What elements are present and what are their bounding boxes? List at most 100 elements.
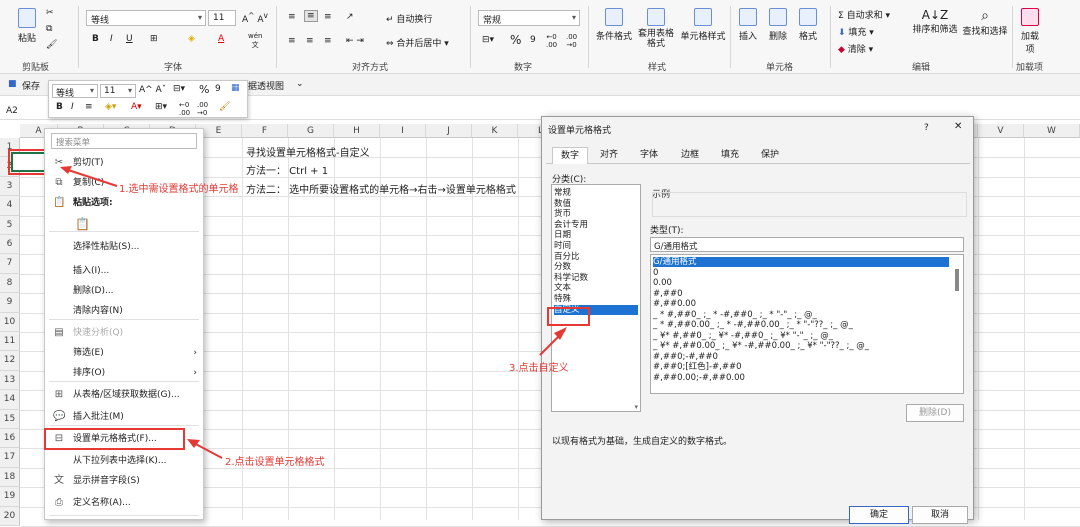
format-list-scrollbar[interactable] bbox=[955, 269, 959, 291]
border-button[interactable]: ⊞ bbox=[150, 34, 158, 44]
mini-font-select[interactable]: 等线 ▾ bbox=[52, 84, 98, 99]
increase-decimal-icon[interactable]: ←0.00 bbox=[179, 101, 190, 117]
grow-font-icon[interactable]: A^ Aˇ bbox=[139, 85, 166, 95]
category-item[interactable]: 日期 bbox=[554, 230, 638, 240]
align-icon[interactable]: ≡ bbox=[85, 102, 93, 112]
align-center-icon[interactable]: ≡ bbox=[306, 36, 314, 46]
cell-f3[interactable]: 方法二： 选中所要设置格式的单元格→右击→设置单元格格式 bbox=[246, 181, 516, 196]
menu-item-pick-from-list[interactable]: 从下拉列表中选择(K)... bbox=[45, 451, 203, 471]
font-name-select[interactable]: 等线 ▾ bbox=[86, 10, 206, 26]
align-top-icon[interactable]: ≡ bbox=[288, 12, 296, 22]
paste-button[interactable]: 粘贴 bbox=[12, 8, 42, 44]
row-header[interactable]: 13 bbox=[0, 370, 20, 391]
wrap-text-button[interactable]: ↵ 自动换行 bbox=[386, 12, 432, 25]
row-header[interactable]: 10 bbox=[0, 312, 20, 332]
row-header[interactable]: 8 bbox=[0, 273, 20, 294]
format-item[interactable]: 0.00 bbox=[653, 278, 949, 288]
format-painter-icon[interactable]: 🖌 bbox=[219, 102, 230, 112]
cell-style-button[interactable]: 单元格样式 bbox=[680, 8, 726, 42]
menu-item-paste-special[interactable]: 选择性粘贴(S)... bbox=[45, 237, 203, 257]
format-item[interactable]: G/通用格式 bbox=[653, 257, 949, 267]
row-header[interactable]: 19 bbox=[0, 487, 20, 507]
category-item[interactable]: 百分比 bbox=[554, 252, 638, 262]
tab-1[interactable]: 对齐 bbox=[592, 147, 626, 163]
menu-item-cut[interactable]: ✂ 剪切(T) bbox=[45, 153, 203, 173]
conditional-format-button[interactable]: 条件格式 bbox=[594, 8, 634, 42]
column-header[interactable]: G bbox=[288, 124, 334, 138]
delete-cells-button[interactable]: 删除 bbox=[766, 8, 790, 42]
menu-item-get-data[interactable]: ⊞ 从表格/区域获取数据(G)... bbox=[45, 385, 203, 405]
bold-button[interactable]: B bbox=[56, 102, 63, 112]
format-item[interactable]: #,##0;-#,##0 bbox=[653, 352, 949, 362]
tab-0[interactable]: 数字 bbox=[552, 147, 588, 164]
orientation-icon[interactable]: ↗ bbox=[346, 12, 354, 22]
tab-2[interactable]: 字体 bbox=[630, 147, 668, 163]
table-format-button[interactable]: 套用表格格式 bbox=[636, 8, 676, 49]
name-box[interactable]: A2 bbox=[6, 106, 18, 116]
row-header[interactable]: 16 bbox=[0, 429, 20, 449]
font-color-icon[interactable]: A▾ bbox=[131, 102, 142, 112]
fill-button[interactable]: ⬇ 填充 ▾ bbox=[838, 25, 874, 38]
column-header[interactable]: F bbox=[242, 124, 288, 138]
increase-decimal-icon[interactable]: ←0.00 bbox=[546, 33, 557, 49]
cell-f1[interactable]: 寻找设置单元格格式-自定义 bbox=[246, 144, 370, 159]
column-header[interactable]: V bbox=[978, 124, 1024, 138]
bold-button[interactable]: B bbox=[92, 34, 99, 44]
row-header[interactable]: 17 bbox=[0, 448, 20, 468]
category-item[interactable]: 会计专用 bbox=[554, 220, 638, 230]
format-item[interactable]: #,##0.00;-#,##0.00 bbox=[653, 373, 949, 383]
save-label[interactable]: 保存 bbox=[22, 79, 40, 92]
fill-color-icon[interactable]: ◈ bbox=[188, 34, 195, 44]
paste-icon[interactable]: 📋 bbox=[75, 217, 90, 231]
format-item[interactable]: _ * #,##0_ ;_ * -#,##0_ ;_ * "-"_ ;_ @_ bbox=[653, 310, 949, 320]
cut-icon[interactable]: ✂ bbox=[46, 8, 54, 18]
save-icon[interactable]: ■ bbox=[8, 79, 17, 89]
tab-5[interactable]: 保护 bbox=[752, 147, 788, 163]
menu-item-sort[interactable]: 排序(O) › bbox=[45, 363, 203, 383]
category-item[interactable]: 文本 bbox=[554, 283, 638, 293]
addins-button[interactable]: 加载项 bbox=[1020, 8, 1040, 55]
row-header[interactable]: 7 bbox=[0, 254, 20, 274]
comma-icon[interactable]: 9 bbox=[215, 84, 221, 94]
row-header[interactable]: 18 bbox=[0, 467, 20, 488]
mini-size-select[interactable]: 11 ▾ bbox=[100, 84, 136, 98]
percent-icon[interactable]: % bbox=[199, 83, 209, 96]
category-item[interactable]: 特殊 bbox=[554, 294, 638, 304]
format-table-icon[interactable]: ▦ bbox=[231, 83, 240, 93]
format-painter-icon[interactable]: 🖌 bbox=[46, 40, 57, 50]
currency-icon[interactable]: ⊟▾ bbox=[173, 84, 185, 94]
format-item[interactable]: #,##0.00 bbox=[653, 299, 949, 309]
align-middle-icon[interactable]: ≡ bbox=[304, 10, 318, 22]
align-right-icon[interactable]: ≡ bbox=[324, 36, 332, 46]
row-header[interactable]: 11 bbox=[0, 332, 20, 352]
font-color-icon[interactable]: A bbox=[218, 34, 224, 44]
column-header[interactable]: H bbox=[334, 124, 380, 138]
type-input[interactable]: G/通用格式 bbox=[650, 237, 964, 252]
tab-4[interactable]: 填充 bbox=[712, 147, 748, 163]
category-list[interactable]: 常规 数值 货币 会计专用 日期 时间 百分比 分数 科学记数 文本 特殊 自定义 ▾ bbox=[551, 184, 641, 412]
column-header[interactable]: J bbox=[426, 124, 472, 138]
category-item[interactable]: 时间 bbox=[554, 241, 638, 251]
help-icon[interactable]: ? bbox=[924, 123, 929, 133]
column-header[interactable]: K bbox=[472, 124, 518, 138]
menu-item-delete[interactable]: 删除(D)... bbox=[45, 281, 203, 301]
category-item[interactable]: 货币 bbox=[554, 209, 638, 219]
row-header[interactable]: 5 bbox=[0, 215, 20, 235]
menu-item-clear-contents[interactable]: 清除内容(N) bbox=[45, 301, 203, 321]
category-item[interactable]: 常规 bbox=[554, 188, 638, 198]
number-format-select[interactable]: 常规 ▾ bbox=[478, 10, 580, 26]
insert-cells-button[interactable]: 插入 bbox=[736, 8, 760, 42]
category-item[interactable]: 分数 bbox=[554, 262, 638, 272]
fill-color-icon[interactable]: ◈▾ bbox=[105, 102, 116, 112]
format-item[interactable]: 0 bbox=[653, 268, 949, 278]
copy-icon[interactable]: ⧉ bbox=[46, 24, 52, 34]
format-item[interactable]: _ * #,##0.00_ ;_ * -#,##0.00_ ;_ * "-"??… bbox=[653, 320, 949, 330]
row-header[interactable]: 14 bbox=[0, 390, 20, 410]
clear-button[interactable]: ◆ 清除 ▾ bbox=[838, 42, 873, 55]
menu-item-paste-options[interactable]: 📋 粘贴选项: bbox=[45, 193, 203, 213]
row-header[interactable]: 6 bbox=[0, 235, 20, 255]
percent-icon[interactable]: % bbox=[510, 33, 521, 47]
format-item[interactable]: _ ¥* #,##0.00_ ;_ ¥* -#,##0.00_ ;_ ¥* "-… bbox=[653, 341, 949, 351]
row-header[interactable]: 15 bbox=[0, 409, 20, 429]
menu-item-insert-comment[interactable]: 💬 插入批注(M) bbox=[45, 407, 203, 427]
